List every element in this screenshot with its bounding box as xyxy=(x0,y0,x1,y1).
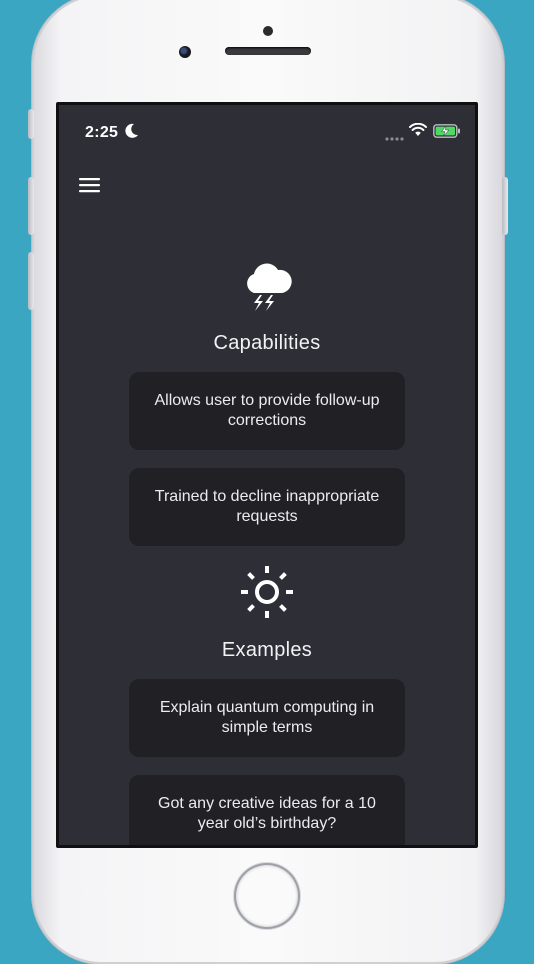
wifi-icon xyxy=(409,122,427,142)
menu-button[interactable] xyxy=(79,177,107,199)
battery-charging-icon xyxy=(433,124,461,143)
status-bar: 2:25 xyxy=(59,105,475,157)
home-button[interactable] xyxy=(236,865,298,927)
hamburger-menu-icon[interactable] xyxy=(79,177,101,193)
power-button xyxy=(502,177,508,235)
app-display: 2:25 Capabilities Allows user to provide… xyxy=(59,105,475,845)
silent-switch xyxy=(28,109,34,139)
signal-icon xyxy=(385,129,405,147)
front-camera xyxy=(179,46,191,58)
example-card[interactable]: Got any creative ideas for a 10 year old… xyxy=(129,775,405,845)
capabilities-title: Capabilities xyxy=(213,332,321,354)
thunderstorm-cloud-icon xyxy=(242,261,292,318)
sun-icon xyxy=(240,565,294,624)
moon-icon xyxy=(125,123,139,144)
capability-card[interactable]: Allows user to provide follow-up correct… xyxy=(129,372,405,450)
status-time: 2:25 xyxy=(85,124,119,141)
example-card[interactable]: Explain quantum computing in simple term… xyxy=(129,679,405,757)
proximity-sensor xyxy=(263,26,273,36)
examples-title: Examples xyxy=(221,639,313,661)
volume-down-button xyxy=(28,252,34,310)
earpiece-speaker xyxy=(225,47,311,55)
capability-card[interactable]: Trained to decline inappropriate request… xyxy=(129,468,405,546)
phone-screen: 2:25 Capabilities Allows user to provide… xyxy=(56,102,478,848)
volume-up-button xyxy=(28,177,34,235)
